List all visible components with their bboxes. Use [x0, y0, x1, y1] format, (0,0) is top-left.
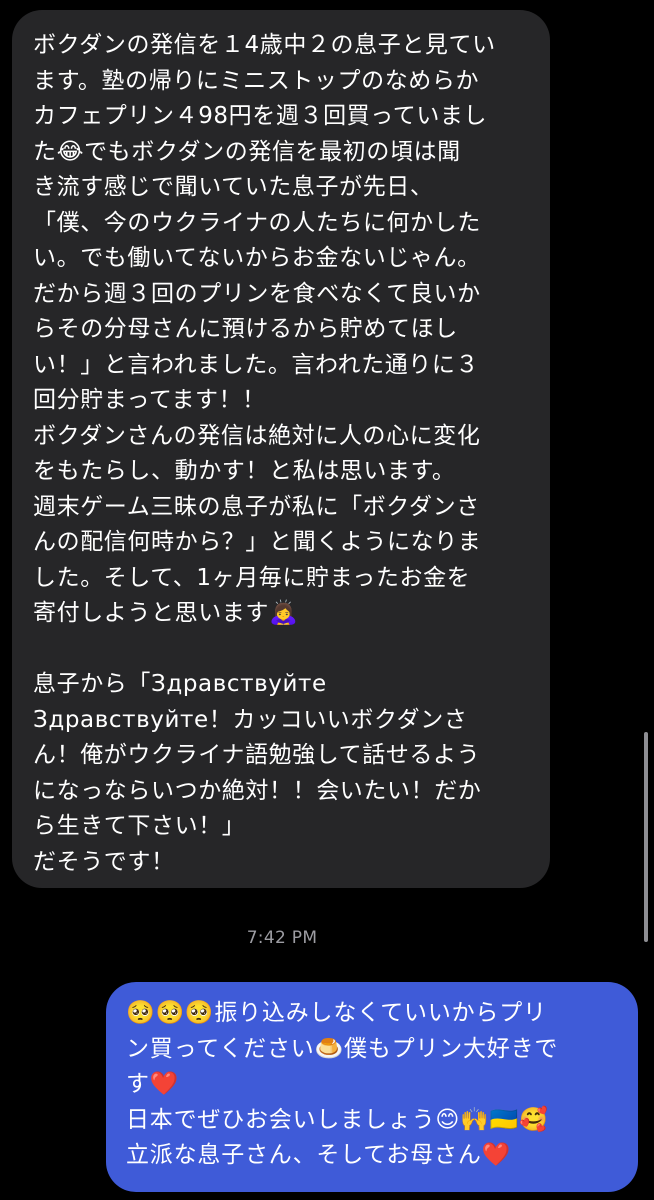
message-line: た😂でもボクダンの発信を最初の頃は聞: [33, 138, 461, 165]
message-line: い。でも働いてないからお金ないじゃん。: [33, 245, 481, 271]
message-line: ん！俺がウクライナ語勉強して話せるよう: [33, 742, 481, 768]
message-line: Здравствуйте！カッコいいボクダンさ: [33, 706, 468, 733]
message-timestamp: 7:42 PM: [246, 928, 318, 948]
message-line: をもたらし、動かす！と私は思います。: [33, 458, 456, 484]
message-line: らその分母さんに預けるから貯めてほし: [33, 316, 458, 342]
message-line: い！」と言われました。言われた通りに３: [33, 351, 480, 378]
message-line: 週末ゲーム三昧の息子が私に「ボクダンさ: [33, 493, 480, 520]
message-line: カフェプリン４98円を週３回買っていまし: [33, 103, 488, 129]
message-line: 回分貯まってます！！: [33, 387, 266, 413]
outgoing-message-bubble[interactable]: 🥺🥺🥺振り込みしなくていいからプリ ン買ってください🍮僕もプリン大好きで す❤️…: [106, 982, 638, 1192]
message-line: ます。塾の帰りにミニストップのなめらか: [33, 67, 480, 94]
message-line: 立派な息子さん、そしてお母さん❤️: [126, 1142, 512, 1168]
incoming-message-bubble[interactable]: ボクダンの発信を１4歳中２の息子と見てい ます。塾の帰りにミニストップのなめらか…: [12, 10, 550, 888]
message-line: ボクダンの発信を１4歳中２の息子と見てい: [33, 32, 496, 58]
message-line: だから週３回のプリンを食べなくて良いか: [33, 280, 481, 307]
message-line: 息子から「Здравствуйте: [33, 671, 327, 697]
scrollbar[interactable]: [644, 732, 648, 942]
message-line: き流す感じで聞いていた息子が先日、: [33, 174, 434, 200]
message-line: 寄付しようと思います🙇‍♀️: [33, 600, 299, 626]
message-line: 🥺🥺🥺振り込みしなくていいからプリ: [126, 1000, 547, 1026]
message-line: ン買ってください🍮僕もプリン大好きで: [126, 1035, 559, 1062]
message-line: 「僕、今のウクライナの人たちに何かした: [33, 209, 481, 236]
message-line: 日本でぜひお会いしましょう😊🙌🇺🇦🥰: [126, 1106, 549, 1133]
message-line: だそうです！: [33, 848, 175, 875]
message-line: ら生きて下さい！」: [33, 813, 246, 839]
message-line: になっならいつか絶対！！会いたい！だか: [33, 777, 482, 804]
message-line: ボクダンさんの発信は絶対に人の心に変化: [33, 422, 481, 449]
message-line: す❤️: [126, 1071, 180, 1097]
message-line: した。そして、1ヶ月毎に貯まったお金を: [33, 564, 471, 591]
message-line: んの配信何時から？」と聞くようになりま: [33, 529, 482, 555]
